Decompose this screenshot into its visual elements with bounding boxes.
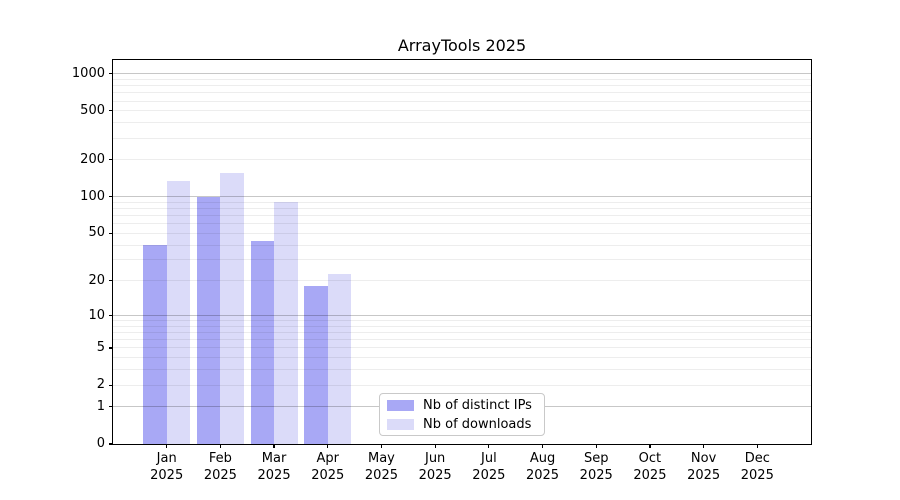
gridline-minor [113,85,811,87]
y-tick-label: 500 [80,102,105,118]
gridline-minor [113,369,811,371]
grid-layer [113,60,811,444]
y-tick-label: 2 [96,377,105,393]
y-tick-mark [109,73,113,75]
plot-area [112,59,812,445]
x-tick-mark [327,444,329,448]
gridline-minor [113,223,811,225]
legend-item: Nb of downloads [380,417,544,432]
y-tick-mark [109,384,113,386]
gridline-minor [113,357,811,359]
gridline-minor [113,244,811,246]
gridline-minor [113,259,811,261]
legend-label: Nb of distinct IPs [423,397,532,413]
gridline-minor [113,280,811,282]
x-tick-label-dec: Dec 2025 [725,450,789,484]
y-tick-label: 10 [88,307,105,323]
gridline-minor [113,137,811,139]
y-tick-label: 1000 [71,65,105,81]
y-tick-mark [109,110,113,112]
x-tick-mark [166,444,168,448]
gridline-minor [113,201,811,203]
y-tick-label: 1 [96,398,105,414]
gridline-major [113,73,811,75]
y-tick-mark [109,443,113,445]
x-tick-mark [219,444,221,448]
y-tick-mark [109,196,113,198]
gridline-major [113,196,811,198]
legend-item: Nb of distinct IPs [380,398,544,413]
y-tick-label: 100 [80,188,105,204]
y-tick-label: 0 [96,436,105,451]
x-tick-month: Dec [744,451,770,466]
gridline-minor [113,92,811,94]
x-tick-mark [595,444,597,448]
gridline-minor [113,159,811,161]
gridline-minor [113,208,811,210]
y-tick-label: 5 [96,339,105,355]
gridline-minor [113,339,811,341]
gridline-minor [113,347,811,349]
gridline-minor [113,325,811,327]
legend: Nb of distinct IPs Nb of downloads [379,393,545,436]
gridline-minor [113,215,811,217]
y-tick-label: 20 [88,272,105,288]
x-tick-year: 2025 [740,468,774,483]
gridline-minor [113,384,811,386]
gridline-minor [113,122,811,124]
y-tick-mark [109,347,113,349]
chart-title: ArrayTools 2025 [397,36,527,55]
y-tick-label: 50 [88,225,105,241]
gridline-minor [113,110,811,112]
x-tick-mark [380,444,383,448]
chart-canvas: ArrayTools 2025 0 1 2 5 10 20 50 100 200 500 1000 J… [0,0,900,500]
gridline-minor [113,100,811,102]
y-tick-mark [109,280,113,282]
y-tick-label: 200 [80,151,105,167]
gridline-minor [113,78,811,80]
x-tick-mark [703,444,705,448]
y-tick-mark [109,406,113,408]
y-tick-mark [109,314,113,317]
legend-swatch-icon [387,418,414,430]
x-tick-mark [488,444,490,448]
x-tick-mark [541,444,544,448]
x-tick-mark [756,444,758,448]
y-tick-mark [109,232,113,234]
gridline-minor [113,232,811,234]
gridline-minor [113,332,811,334]
gridline-major [113,315,811,316]
x-tick-mark [649,444,651,448]
gridline-minor [113,320,811,322]
x-tick-mark [273,444,275,448]
legend-swatch-icon [387,399,414,411]
legend-label: Nb of downloads [423,416,532,432]
y-tick-mark [109,159,113,161]
x-tick-mark [434,444,436,448]
